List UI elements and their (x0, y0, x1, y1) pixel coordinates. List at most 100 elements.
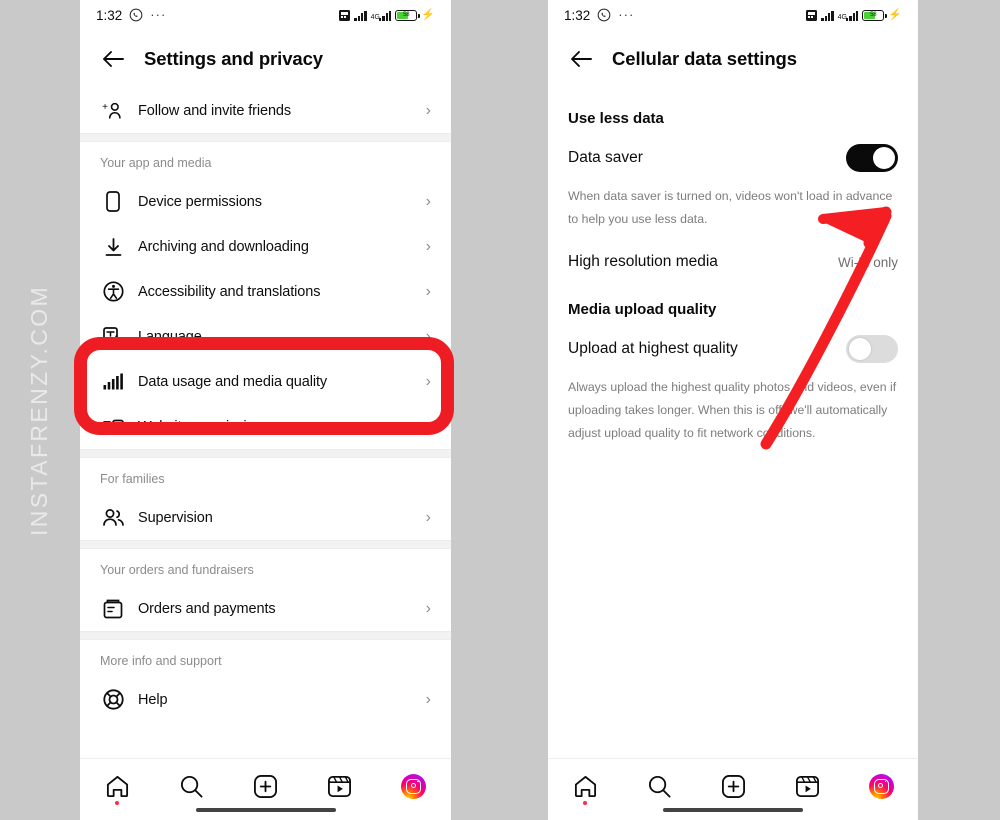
chevron-right-icon: › (425, 599, 431, 617)
row-label: Archiving and downloading (138, 238, 309, 255)
back-button[interactable] (566, 44, 596, 74)
home-badge-dot (583, 801, 587, 805)
reels-icon (795, 775, 819, 797)
back-button[interactable] (98, 44, 128, 74)
home-icon (106, 775, 128, 797)
row-help[interactable]: Help › (80, 677, 451, 722)
row-label: Supervision (138, 509, 213, 526)
row-archiving-and-downloading[interactable]: Archiving and downloading › (80, 224, 451, 269)
instagram-avatar-icon (401, 773, 427, 799)
home-icon (574, 775, 596, 797)
row-label: Orders and payments (138, 600, 276, 617)
watermark-text: INSTAFRENZY.COM (26, 284, 53, 536)
row-label: Help (138, 691, 168, 708)
arrow-left-icon (571, 51, 592, 67)
row-upload-at-highest-quality[interactable]: Upload at highest quality (548, 318, 918, 366)
whatsapp-icon (129, 8, 143, 22)
row-device-permissions[interactable]: Device permissions › (80, 179, 451, 224)
nav-item-create[interactable] (228, 769, 302, 803)
row-website-permissions[interactable]: Website permissions › (80, 404, 451, 449)
sim-icon (806, 9, 818, 21)
home-badge-dot (115, 801, 120, 805)
left-app-header: Settings and privacy (80, 30, 451, 88)
charging-bolt-icon: ⚡ (888, 8, 902, 21)
svg-text:+: + (102, 102, 108, 113)
section-title-media-upload-quality: Media upload quality (568, 301, 717, 318)
nav-item-profile[interactable] (377, 769, 451, 803)
chevron-right-icon: › (425, 192, 431, 210)
phone-icon (100, 191, 126, 212)
whatsapp-icon (597, 8, 611, 22)
section-title-more-info-and-support: More info and support (100, 654, 222, 668)
status-overflow-dots: ··· (618, 7, 635, 22)
section-divider (80, 631, 451, 640)
high-resolution-media-value: Wi-Fi only (838, 254, 898, 270)
section-divider (80, 540, 451, 549)
status-time: 1:32 (564, 7, 591, 23)
chevron-right-icon: › (425, 101, 431, 119)
row-label: Accessibility and translations (138, 283, 321, 300)
row-language[interactable]: Language › (80, 314, 451, 359)
bottom-nav-left (80, 758, 451, 820)
nav-item-reels[interactable] (303, 769, 377, 803)
chevron-right-icon: › (425, 417, 431, 435)
signal-bars-icon (100, 373, 126, 390)
nav-item-create[interactable] (696, 769, 770, 803)
nav-item-search[interactable] (622, 769, 696, 803)
receipt-icon (100, 599, 126, 619)
add-person-icon: + (100, 101, 126, 121)
search-icon (648, 775, 671, 798)
nav-item-profile[interactable] (844, 769, 918, 803)
upload-quality-description: Always upload the highest quality photos… (568, 380, 897, 440)
nav-item-home[interactable] (80, 769, 154, 805)
page-title: Cellular data settings (612, 48, 797, 69)
search-icon (180, 775, 203, 798)
battery-icon: 58 (862, 9, 887, 21)
signal-bars-icon-1 (821, 10, 834, 21)
chevron-right-icon: › (425, 327, 431, 345)
row-label: Website permissions (138, 418, 270, 435)
people-icon (100, 508, 126, 527)
section-divider (80, 449, 451, 458)
page-title: Settings and privacy (144, 48, 323, 69)
plus-square-icon (254, 774, 277, 798)
data-saver-description: When data saver is turned on, videos won… (568, 189, 893, 226)
row-high-resolution-media[interactable]: High resolution media Wi-Fi only (548, 231, 918, 279)
right-app-header: Cellular data settings (548, 30, 918, 88)
section-divider (80, 133, 451, 142)
nav-item-reels[interactable] (770, 769, 844, 803)
row-data-saver[interactable]: Data saver (548, 127, 918, 175)
row-orders-and-payments[interactable]: Orders and payments › (80, 586, 451, 631)
row-data-usage-and-media-quality[interactable]: Data usage and media quality › (80, 359, 451, 404)
row-supervision[interactable]: Supervision › (80, 495, 451, 540)
row-label: Data saver (568, 149, 643, 166)
chevron-right-icon: › (425, 237, 431, 255)
right-phone-screenshot: 1:32 ··· 4G 58 ⚡ Cellular data settings … (548, 0, 918, 820)
upload-highest-quality-toggle[interactable] (846, 335, 898, 363)
row-follow-and-invite-friends[interactable]: + Follow and invite friends › (80, 88, 451, 133)
battery-percent-label: 58 (403, 12, 410, 18)
section-title-for-families: For families (100, 472, 165, 486)
download-icon (100, 237, 126, 257)
language-icon (100, 327, 126, 346)
chevron-right-icon: › (425, 282, 431, 300)
data-saver-toggle[interactable] (846, 144, 898, 172)
battery-icon: 58 (395, 9, 420, 21)
home-indicator (195, 807, 336, 812)
section-title-your-orders-and-fundraisers: Your orders and fundraisers (100, 563, 254, 577)
chevron-right-icon: › (425, 690, 431, 708)
status-bar: 1:32 ··· 4G 58 ⚡ (80, 0, 451, 30)
reels-icon (328, 775, 352, 797)
nav-item-home[interactable] (548, 769, 622, 805)
plus-square-icon (721, 774, 745, 798)
status-bar: 1:32 ··· 4G 58 ⚡ (548, 0, 918, 30)
nav-item-search[interactable] (154, 769, 228, 803)
signal-bars-icon-2 (845, 10, 859, 21)
row-label: Device permissions (138, 193, 262, 210)
section-title-your-app-and-media: Your app and media (100, 156, 212, 170)
lifebuoy-icon (100, 689, 126, 710)
network-type-group: 4G (838, 10, 859, 21)
row-label: Data usage and media quality (138, 373, 328, 390)
row-accessibility-and-translations[interactable]: Accessibility and translations › (80, 269, 451, 314)
status-time: 1:32 (96, 7, 123, 23)
